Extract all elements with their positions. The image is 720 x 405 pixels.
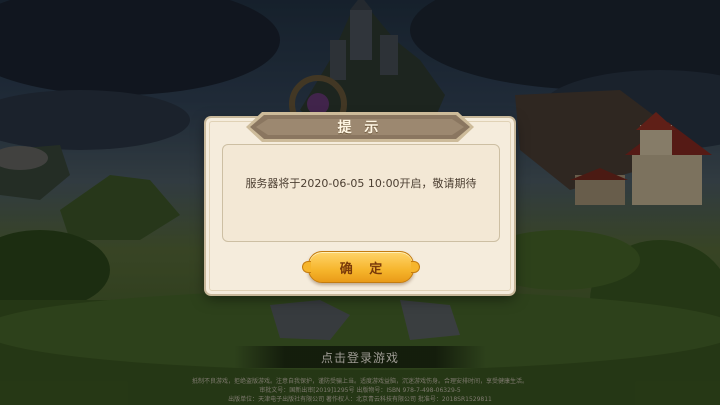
- tap-to-login-button[interactable]: 点击登录游戏: [234, 346, 486, 368]
- notice-dialog: 提 示 服务器将于2020-06-05 10:00开启，敬请期待 确 定: [206, 112, 514, 294]
- confirm-button-label: 确 定: [339, 261, 389, 277]
- server-open-message: 服务器将于2020-06-05 10:00开启，敬请期待: [245, 177, 477, 190]
- tap-to-login-label: 点击登录游戏: [320, 350, 399, 365]
- health-notice: 抵制不良游戏，拒绝盗版游戏。注意自我保护，谨防受骗上当。适度游戏益脑，沉迷游戏伤…: [191, 378, 528, 385]
- publisher-info: 出版单位：天津电子出版社有限公司 著作权人：北京青云科技有限公司 批准号：201…: [228, 396, 492, 403]
- message-panel: 服务器将于2020-06-05 10:00开启，敬请期待: [222, 144, 500, 242]
- dialog-title-banner: 提 示: [246, 110, 474, 144]
- approval-info: 审批文号：国新出审[2019]1295号 出版物号：ISBN 978-7-498…: [259, 387, 461, 394]
- dialog-title: 提 示: [337, 120, 383, 136]
- confirm-button[interactable]: 确 定: [302, 251, 420, 283]
